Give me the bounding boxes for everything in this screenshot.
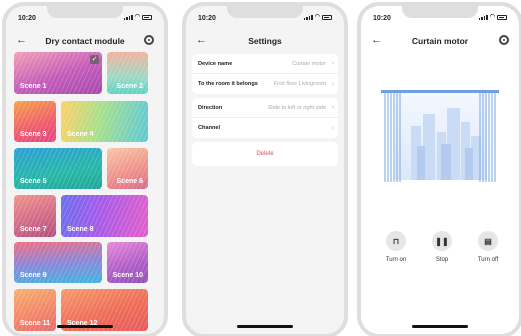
chevron-right-icon: › xyxy=(331,60,334,67)
home-indicator xyxy=(412,325,468,328)
battery-icon xyxy=(142,15,152,20)
scene-tile-9[interactable]: Scene 9 xyxy=(14,242,102,283)
pause-icon[interactable]: ❚❚ xyxy=(432,231,452,251)
wifi-icon: ◠ xyxy=(489,14,495,20)
row-value: First floor Livingroom xyxy=(273,81,326,87)
phone-notch xyxy=(47,6,123,18)
page-title: Dry contact module xyxy=(45,36,125,46)
status-time: 10:20 xyxy=(18,15,36,22)
scene-label: Scene 1 xyxy=(20,83,47,90)
settings-row-channel[interactable]: Channel › xyxy=(192,118,338,138)
check-icon: ✓ xyxy=(90,55,99,64)
chevron-right-icon: › xyxy=(331,104,334,111)
scene-tile-4[interactable]: Scene 4 xyxy=(61,101,148,142)
curtain-close-icon[interactable]: ▤ xyxy=(478,231,498,251)
scene-tile-8[interactable]: Scene 8 xyxy=(61,195,148,237)
settings-row-device-name[interactable]: Device name Curtain motor › xyxy=(192,54,338,74)
scene-tile-3[interactable]: Scene 3 xyxy=(14,101,56,142)
turn-on-label: Turn on xyxy=(385,257,407,263)
status-time: 10:20 xyxy=(373,15,391,22)
phone-settings: 10:20 ◠ ← Settings Device name Curtain m… xyxy=(182,2,348,336)
scene-label: Scene 11 xyxy=(20,320,50,327)
scene-tile-2[interactable]: Scene 2 xyxy=(107,52,148,94)
row-label: Channel xyxy=(198,125,221,131)
back-arrow-icon[interactable]: ← xyxy=(371,34,382,46)
turn-off-control[interactable]: ▤ Turn off xyxy=(475,231,501,263)
gear-icon[interactable] xyxy=(499,35,509,45)
turn-on-control[interactable]: ⊓ Turn on xyxy=(383,231,409,263)
scene-label: Scene 4 xyxy=(67,131,94,138)
gear-icon[interactable] xyxy=(144,35,154,45)
status-icons: ◠ xyxy=(303,14,332,20)
battery-icon xyxy=(322,15,332,20)
status-icons: ◠ xyxy=(478,14,507,20)
stop-control[interactable]: ❚❚ Stop xyxy=(429,231,455,263)
header: ← Settings xyxy=(186,31,344,51)
header: ← Dry contact module xyxy=(6,31,164,51)
chevron-right-icon: › xyxy=(331,80,334,88)
header: ← Curtain motor xyxy=(361,31,519,51)
device-info-card: Device name Curtain motor › To the room … xyxy=(192,54,338,94)
scene-label: Scene 5 xyxy=(20,178,47,185)
settings-row-direction[interactable]: Direction Slide to left or right side › xyxy=(192,98,338,118)
row-value: Curtain motor xyxy=(292,60,326,67)
back-arrow-icon[interactable]: ← xyxy=(16,34,27,46)
scene-tile-5[interactable]: Scene 5 xyxy=(14,148,102,189)
settings-row-room[interactable]: To the room it belongs First floor Livin… xyxy=(192,74,338,94)
battery-icon xyxy=(497,15,507,20)
delete-button[interactable]: Delete xyxy=(192,142,338,166)
curtain-open-icon[interactable]: ⊓ xyxy=(386,231,406,251)
scene-tile-7[interactable]: Scene 7 xyxy=(14,195,56,237)
scene-tile-11[interactable]: Scene 11 xyxy=(14,289,56,331)
row-label: Direction xyxy=(198,104,223,111)
page-title: Settings xyxy=(248,36,282,46)
stop-label: Stop xyxy=(435,257,449,263)
motor-config-card: Direction Slide to left or right side › … xyxy=(192,98,338,138)
phone-curtain-motor: 10:20 ◠ ← Curtain motor ⊓ Turn on ❚❚ Sto… xyxy=(357,2,521,336)
chevron-right-icon: › xyxy=(331,124,334,132)
scene-label: Scene 8 xyxy=(67,226,94,233)
page-title: Curtain motor xyxy=(411,36,469,46)
scene-label: Scene 7 xyxy=(20,226,47,233)
status-time: 10:20 xyxy=(198,15,216,22)
scene-label: Scene 2 xyxy=(116,83,143,90)
row-value: Slide to left or right side xyxy=(267,104,326,111)
scene-label: Scene 9 xyxy=(20,272,47,279)
curtain-illustration xyxy=(381,90,499,182)
scene-tile-10[interactable]: Scene 10 xyxy=(107,242,148,283)
scene-tile-1[interactable]: ✓ Scene 1 xyxy=(14,52,102,94)
row-label: To the room it belongs xyxy=(198,81,258,87)
signal-icon xyxy=(303,15,313,20)
scene-grid: ✓ Scene 1 Scene 2 Scene 3 Scene 4 Scene … xyxy=(14,52,156,334)
wifi-icon: ◠ xyxy=(314,14,320,20)
scene-label: Scene 10 xyxy=(112,272,143,279)
signal-icon xyxy=(478,15,488,20)
turn-off-label: Turn off xyxy=(477,257,499,263)
status-icons: ◠ xyxy=(123,14,152,20)
scene-label: Scene 6 xyxy=(116,178,143,185)
signal-icon xyxy=(123,15,133,20)
wifi-icon: ◠ xyxy=(134,14,140,20)
row-label: Device name xyxy=(198,60,233,67)
phone-dry-contact: 10:20 ◠ ← Dry contact module ✓ Scene 1 S… xyxy=(2,2,168,336)
back-arrow-icon[interactable]: ← xyxy=(196,34,207,46)
home-indicator xyxy=(237,325,293,328)
home-indicator xyxy=(57,325,113,328)
phone-notch xyxy=(227,6,303,18)
scene-label: Scene 3 xyxy=(20,131,47,138)
scene-tile-6[interactable]: Scene 6 xyxy=(107,148,148,189)
phone-notch xyxy=(402,6,478,18)
delete-label: Delete xyxy=(256,151,274,157)
